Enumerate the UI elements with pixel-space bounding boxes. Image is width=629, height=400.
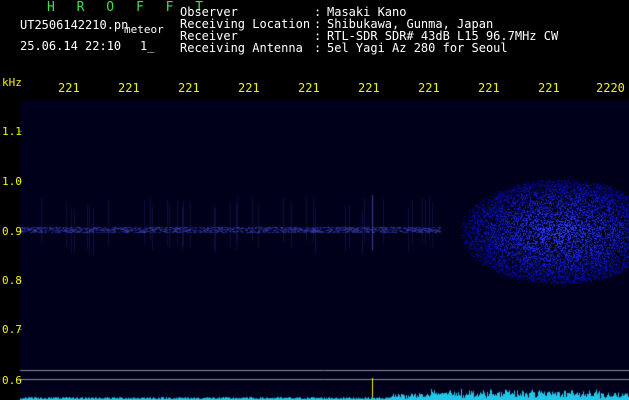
x-tick-label: 221 (238, 81, 260, 95)
y-tick-label: 0.9 (2, 225, 22, 238)
x-tick-label: 221 (418, 81, 440, 95)
x-tick-label: 221 (178, 81, 200, 95)
y-tick-label: 0.6 (2, 374, 22, 387)
x-tick-label: 221 (358, 81, 380, 95)
y-tick-label: 1.1 (2, 125, 22, 138)
y-tick-label: 0.7 (2, 323, 22, 336)
x-tick-label: 221 (538, 81, 560, 95)
ref-marker: 1_ (140, 39, 155, 53)
y-unit-label: kHz (2, 76, 22, 89)
filename: UT2506142210.pn (20, 18, 129, 32)
x-tick-label: 2220 (596, 81, 625, 95)
antenna-value: 5el Yagi Az 280 for Seoul (327, 41, 508, 55)
antenna-label: Receiving Antenna (180, 41, 303, 55)
x-tick-label: 221 (118, 81, 140, 95)
y-tick-label: 0.8 (2, 274, 22, 287)
x-tick-label: 221 (58, 81, 80, 95)
datetime: 25.06.14 22:10 (20, 39, 122, 53)
x-tick-label: 221 (478, 81, 500, 95)
y-tick-label: 1.0 (2, 175, 22, 188)
separator: : (314, 41, 322, 55)
tag-label: meteor (124, 23, 164, 36)
x-tick-label: 221 (298, 81, 320, 95)
spectrogram-canvas (0, 0, 629, 400)
